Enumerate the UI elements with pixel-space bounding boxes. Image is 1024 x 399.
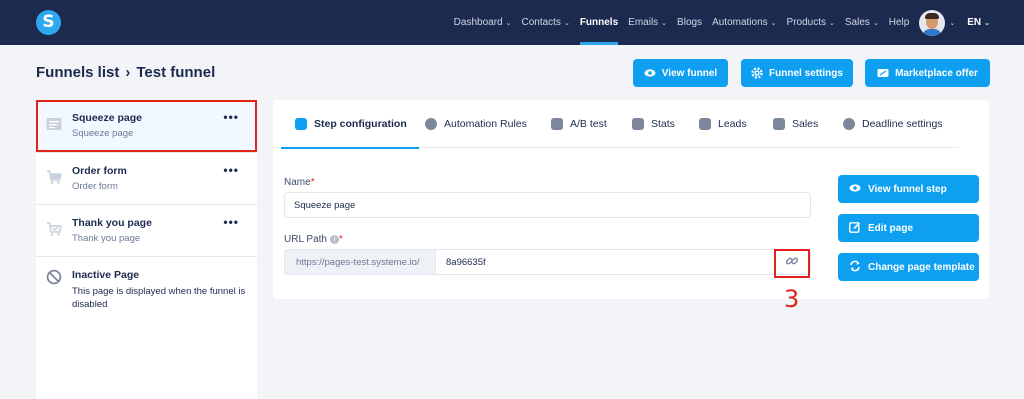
stats-icon — [632, 118, 644, 130]
ban-icon — [46, 269, 62, 285]
nav-dashboard[interactable]: Dashboard ⌄ — [454, 0, 512, 45]
tab-bar: Step configuration Automation Rules A/B … — [273, 100, 959, 149]
url-prefix: https://pages-test.systeme.io/ — [284, 249, 435, 275]
cart-check-icon — [46, 221, 63, 237]
funnel-steps-sidebar: Squeeze page Squeeze page ••• Order form… — [36, 100, 257, 399]
url-path-label: URL Path i * — [284, 234, 343, 245]
nav-help[interactable]: Help — [889, 0, 910, 45]
ticket-icon — [877, 67, 889, 79]
tab-sales[interactable]: Sales — [773, 100, 818, 148]
chevron-down-icon: ⌄ — [661, 20, 668, 27]
chevron-down-icon: ⌄ — [770, 20, 777, 27]
tab-stats[interactable]: Stats — [632, 100, 675, 148]
annotation-number: 3 — [784, 285, 800, 313]
dollar-icon — [773, 118, 785, 130]
link-icon — [785, 254, 799, 273]
change-page-template-button[interactable]: Change page template — [838, 253, 979, 281]
funnel-step-order-form[interactable]: Order form Order form ••• — [36, 152, 257, 204]
clock-icon — [843, 118, 855, 130]
chevron-down-icon[interactable]: ⌄ — [949, 19, 955, 27]
nav-contacts[interactable]: Contacts ⌄ — [521, 0, 569, 45]
cart-icon — [46, 169, 63, 185]
chevron-right-icon: › — [125, 64, 131, 81]
tab-leads[interactable]: Leads — [699, 100, 747, 148]
more-options-icon[interactable]: ••• — [223, 163, 239, 177]
edit-icon — [849, 221, 861, 236]
chevron-down-icon: ⌄ — [984, 20, 990, 27]
tab-automation-rules[interactable]: Automation Rules — [425, 100, 527, 148]
top-navbar: S Dashboard ⌄ Contacts ⌄ Funnels Emails ⌄ B… — [0, 0, 1024, 45]
page-icon — [46, 116, 62, 132]
info-icon[interactable]: i — [329, 234, 339, 244]
chevron-down-icon: ⌄ — [829, 20, 835, 27]
marketplace-offer-button[interactable]: Marketplace offer — [865, 59, 990, 87]
page-title: Test funnel — [136, 64, 216, 81]
nav-emails[interactable]: Emails ⌄ — [628, 0, 667, 45]
eye-icon — [644, 67, 656, 79]
funnel-step-inactive-page[interactable]: Inactive Page This page is displayed whe… — [36, 256, 257, 316]
tab-deadline-settings[interactable]: Deadline settings — [843, 100, 943, 148]
breadcrumb-funnels-list[interactable]: Funnels list — [36, 64, 119, 81]
nav-automations[interactable]: Automations ⌄ — [712, 0, 776, 45]
sliders-icon — [295, 118, 307, 130]
step-subtitle: Squeeze page — [72, 128, 134, 139]
gear-icon — [751, 67, 763, 79]
edit-page-button[interactable]: Edit page — [838, 214, 979, 242]
step-title: Order form — [72, 165, 127, 177]
url-path-input[interactable]: 8a96635f — [435, 249, 811, 275]
view-funnel-button[interactable]: View funnel — [633, 59, 728, 87]
nav-funnels[interactable]: Funnels — [579, 0, 619, 45]
step-title: Squeeze page — [72, 112, 143, 124]
step-title: Thank you page — [72, 217, 152, 229]
main-nav: Dashboard ⌄ Contacts ⌄ Funnels Emails ⌄ Blo… — [454, 0, 1024, 45]
eye-icon — [849, 182, 861, 197]
bolt-icon — [425, 118, 437, 130]
step-title: Inactive Page — [72, 269, 140, 281]
breadcrumb: Funnels list › Test funnel — [36, 64, 215, 81]
chevron-down-icon: ⌄ — [505, 20, 512, 27]
chevron-down-icon: ⌄ — [563, 20, 570, 27]
nav-products[interactable]: Products ⌄ — [787, 0, 835, 45]
funnel-step-thank-you-page[interactable]: Thank you page Thank you page ••• — [36, 204, 257, 256]
step-subtitle: Thank you page — [72, 233, 141, 244]
tab-ab-test[interactable]: A/B test — [551, 100, 607, 148]
more-options-icon[interactable]: ••• — [223, 215, 239, 229]
split-icon — [551, 118, 563, 130]
step-subtitle: This page is displayed when the funnel i… — [72, 286, 246, 310]
systeme-logo-icon[interactable]: S — [36, 10, 61, 35]
view-funnel-step-button[interactable]: View funnel step — [838, 175, 979, 203]
nav-sales[interactable]: Sales ⌄ — [845, 0, 879, 45]
chevron-down-icon: ⌄ — [872, 20, 879, 27]
name-input[interactable]: Squeeze page — [284, 192, 811, 218]
nav-blogs[interactable]: Blogs — [677, 0, 702, 45]
step-subtitle: Order form — [72, 181, 118, 192]
refresh-icon — [849, 260, 861, 275]
name-label: Name* — [284, 177, 315, 188]
tab-step-configuration[interactable]: Step configuration — [281, 100, 419, 149]
funnel-settings-button[interactable]: Funnel settings — [741, 59, 853, 87]
user-avatar[interactable] — [919, 9, 946, 36]
language-selector[interactable]: EN ⌄ — [967, 17, 990, 28]
copy-link-button[interactable] — [774, 249, 810, 278]
funnel-step-squeeze-page[interactable]: Squeeze page Squeeze page ••• — [36, 100, 257, 152]
users-icon — [699, 118, 711, 130]
more-options-icon[interactable]: ••• — [223, 110, 239, 124]
